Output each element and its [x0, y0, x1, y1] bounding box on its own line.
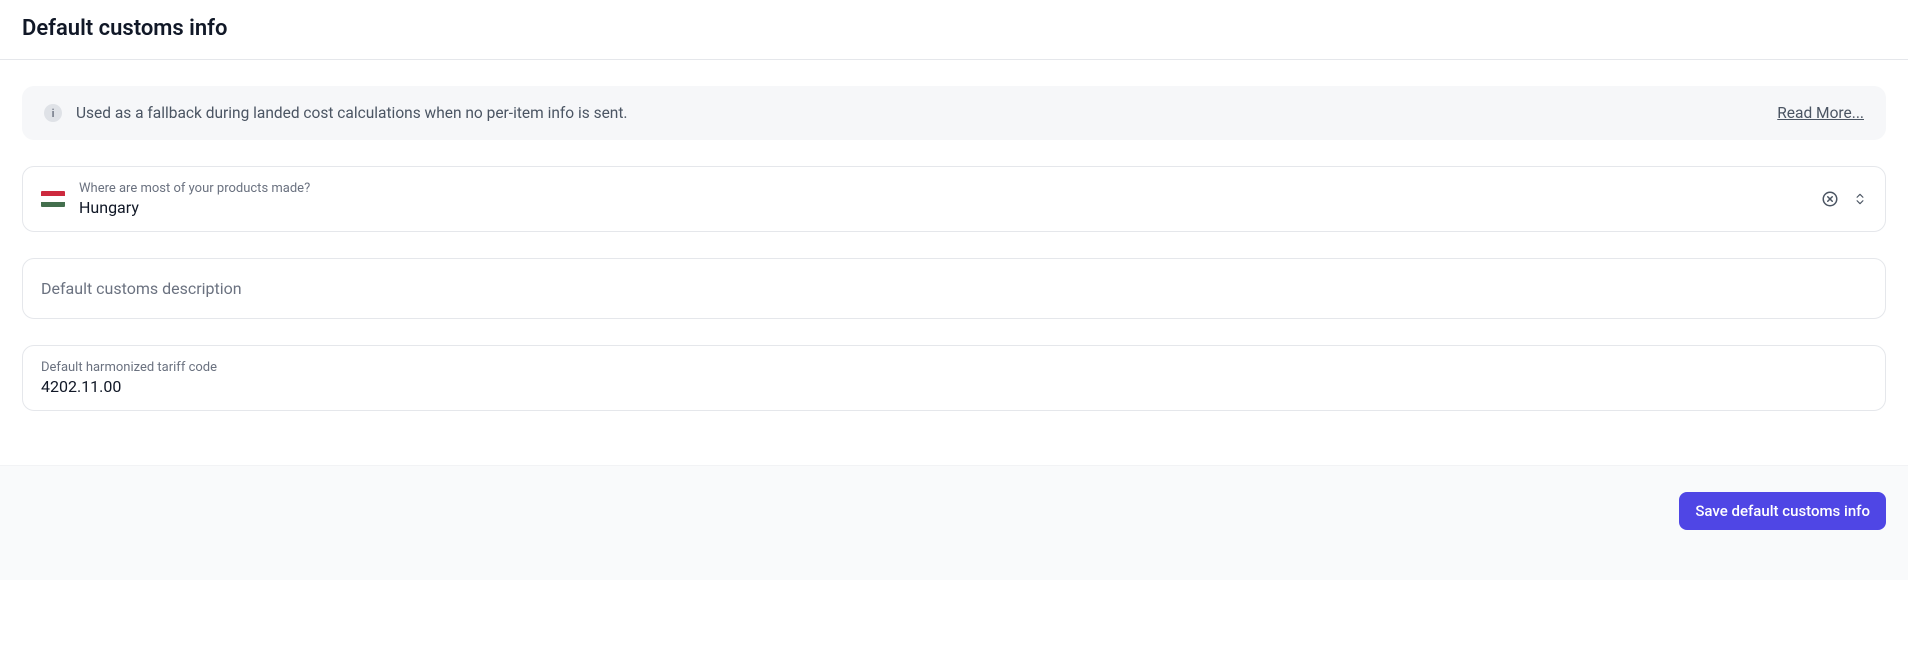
info-banner: i Used as a fallback during landed cost …: [22, 86, 1886, 140]
customs-description-field[interactable]: Default customs description: [22, 258, 1886, 319]
page-header: Default customs info: [0, 0, 1908, 60]
tariff-field-value: 4202.11.00: [41, 377, 1867, 396]
hungary-flag-icon: [41, 191, 65, 207]
country-field-label: Where are most of your products made?: [79, 181, 1807, 196]
tariff-code-field[interactable]: Default harmonized tariff code 4202.11.0…: [22, 345, 1886, 411]
clear-x-icon: [1821, 190, 1839, 208]
page-footer: Save default customs info: [0, 465, 1908, 580]
tariff-field-label: Default harmonized tariff code: [41, 360, 1867, 375]
country-select-field[interactable]: Where are most of your products made? Hu…: [22, 166, 1886, 232]
clear-country-button[interactable]: [1821, 190, 1839, 208]
chevron-up-down-icon: [1853, 190, 1867, 208]
info-banner-left: i Used as a fallback during landed cost …: [44, 104, 628, 122]
save-button[interactable]: Save default customs info: [1679, 492, 1886, 530]
country-dropdown-toggle[interactable]: [1853, 190, 1867, 208]
country-field-actions: [1821, 190, 1867, 208]
country-field-value: Hungary: [79, 198, 1807, 217]
info-banner-text: Used as a fallback during landed cost ca…: [76, 104, 628, 122]
read-more-link[interactable]: Read More...: [1777, 104, 1864, 122]
info-icon: i: [44, 104, 62, 122]
customs-description-placeholder: Default customs description: [41, 279, 1867, 298]
country-field-body: Where are most of your products made? Hu…: [79, 181, 1807, 217]
page-title: Default customs info: [22, 16, 1886, 41]
page-content: i Used as a fallback during landed cost …: [0, 60, 1908, 465]
